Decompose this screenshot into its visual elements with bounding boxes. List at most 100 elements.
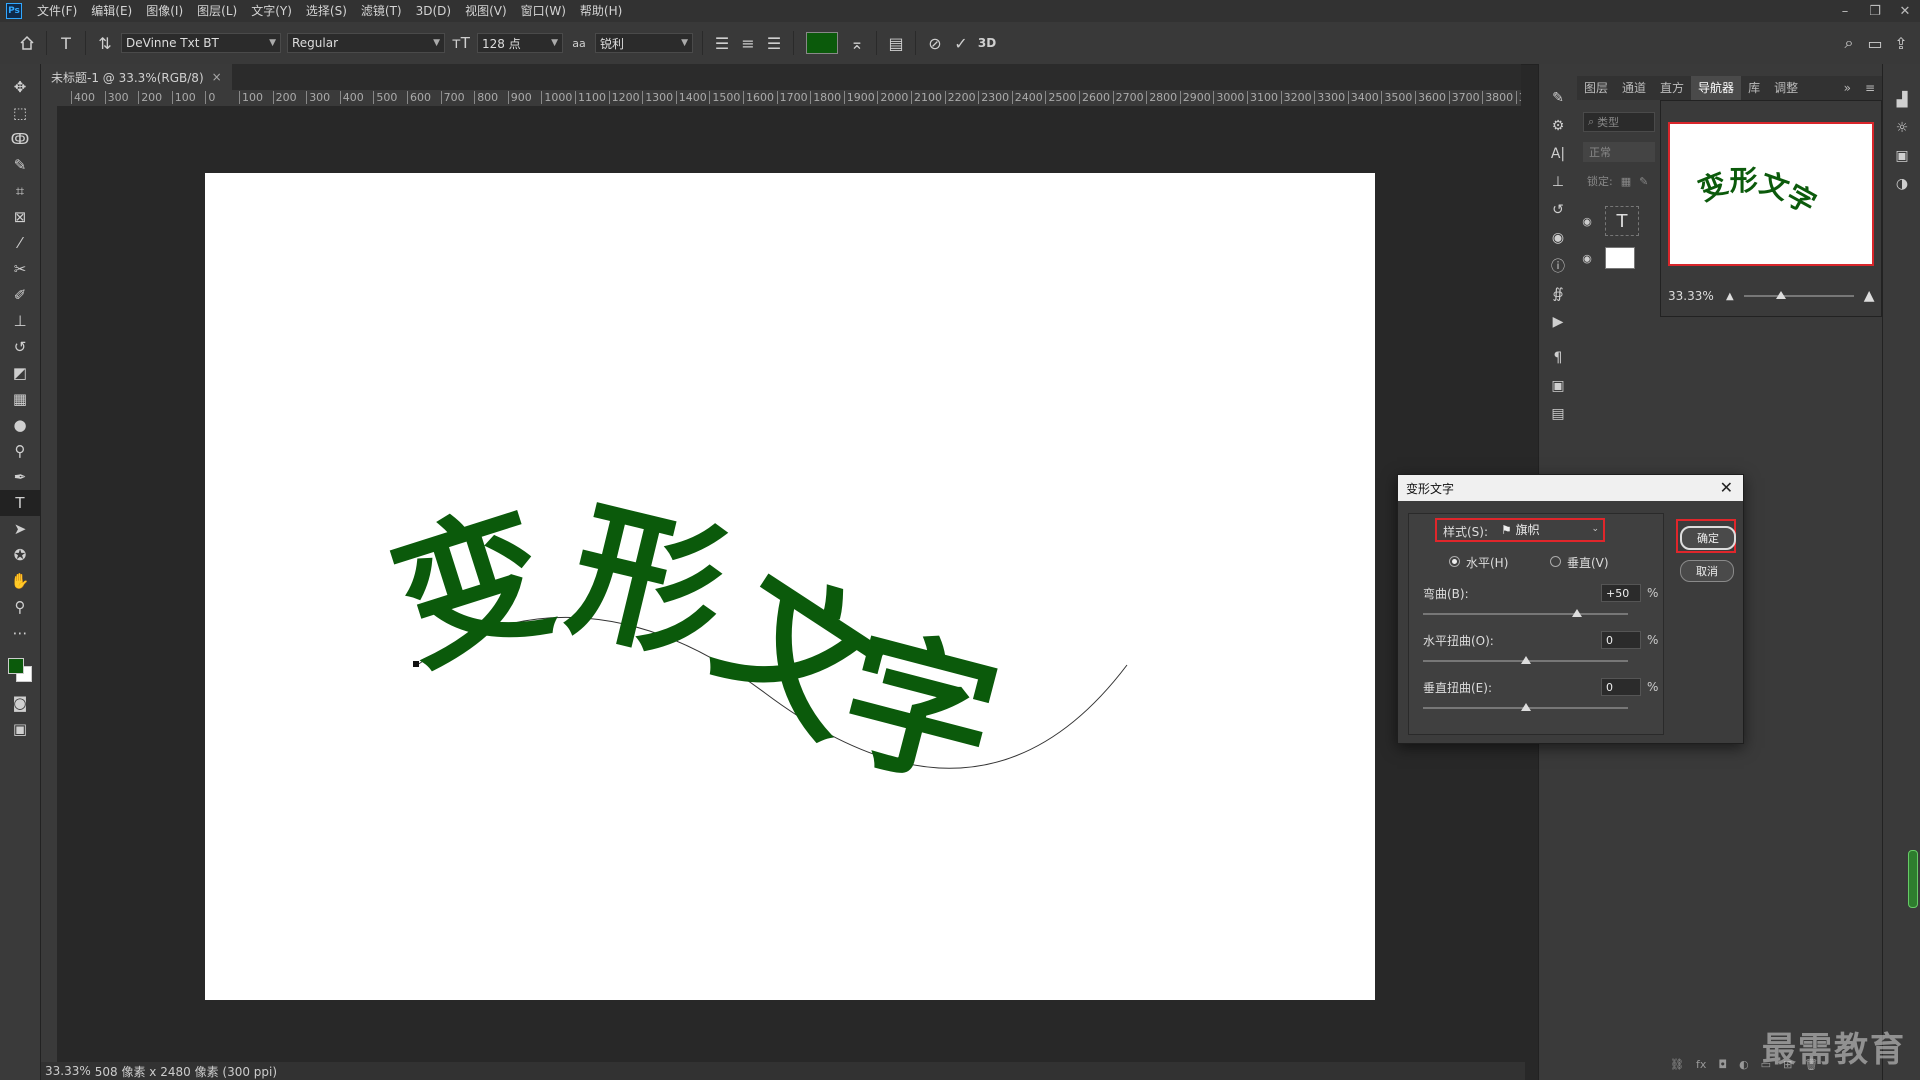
more-tabs-icon[interactable]: » (1837, 76, 1858, 100)
menu-window[interactable]: 窗口(W) (514, 0, 573, 22)
lasso-tool-icon[interactable]: ↂ (0, 126, 40, 152)
search-icon[interactable]: ⌕ (1836, 30, 1862, 56)
font-family-select[interactable]: DeVinne Txt BT ▼ (121, 33, 281, 53)
horizontal-distortion-slider[interactable] (1423, 656, 1628, 664)
close-window-icon[interactable]: ✕ (1890, 4, 1920, 19)
navigator-zoom-slider[interactable] (1743, 291, 1854, 299)
blend-mode-select[interactable]: 正常 (1583, 142, 1655, 162)
menu-view[interactable]: 视图(V) (458, 0, 514, 22)
stamp-tool-icon[interactable]: ⊥ (0, 308, 40, 334)
horizontal-radio[interactable] (1449, 556, 1460, 567)
panel-menu-icon[interactable]: ≡ (1858, 76, 1882, 100)
close-icon[interactable]: ✕ (1720, 478, 1733, 497)
info-icon[interactable]: ⓘ (1539, 252, 1577, 280)
adjustments-sun-icon[interactable]: ☼ (1883, 114, 1920, 142)
blur-tool-icon[interactable]: ● (0, 412, 40, 438)
brush-tool-icon[interactable]: ✐ (0, 282, 40, 308)
actions-icon[interactable]: ◉ (1539, 224, 1577, 252)
color-icon[interactable]: ◑ (1883, 170, 1920, 198)
history-brush-tool-icon[interactable]: ↺ (0, 334, 40, 360)
brush-settings-icon[interactable]: ✎ (1539, 84, 1577, 112)
zoom-in-icon[interactable]: ▲ (1864, 288, 1875, 304)
vertical-distortion-slider-handle[interactable] (1520, 703, 1531, 711)
home-icon[interactable] (14, 30, 40, 56)
eye-icon[interactable]: ◉ (1577, 215, 1597, 228)
minimize-icon[interactable]: – (1830, 4, 1860, 19)
glyphs-icon[interactable]: ∯ (1539, 280, 1577, 308)
layer-row[interactable]: ◉ T (1577, 203, 1657, 239)
restore-icon[interactable]: ❐ (1860, 4, 1890, 19)
document-tab[interactable]: 未标题-1 @ 33.3%(RGB/8) × (41, 64, 232, 90)
menu-3d[interactable]: 3D(D) (409, 0, 458, 22)
paragraph-icon[interactable]: ¶ (1539, 344, 1577, 372)
menu-edit[interactable]: 编辑(E) (84, 0, 139, 22)
menu-file[interactable]: 文件(F) (30, 0, 84, 22)
zoom-tool-icon[interactable]: ⚲ (0, 594, 40, 620)
horizontal-distortion-input[interactable]: 0 (1601, 631, 1641, 649)
horizontal-distortion-slider-handle[interactable] (1520, 656, 1531, 664)
align-right-icon[interactable]: ☰ (761, 30, 787, 56)
bend-input[interactable]: +50 (1601, 584, 1641, 602)
eye-icon[interactable]: ◉ (1577, 252, 1597, 265)
scrollbar-thumb[interactable] (1908, 850, 1918, 908)
dodge-tool-icon[interactable]: ⚲ (0, 438, 40, 464)
style-select[interactable]: ⚑ 旗帜 ⌄ (1501, 521, 1599, 537)
properties-icon[interactable]: ▣ (1883, 142, 1920, 170)
align-left-icon[interactable]: ☰ (709, 30, 735, 56)
close-tab-icon[interactable]: × (212, 70, 222, 84)
text-color-swatch[interactable] (806, 32, 838, 54)
history-icon[interactable]: ↺ (1539, 196, 1577, 224)
menu-image[interactable]: 图像(I) (139, 0, 190, 22)
slider-handle[interactable] (1775, 291, 1786, 299)
align-center-icon[interactable]: ≡ (735, 30, 761, 56)
commit-edits-icon[interactable]: ✓ (948, 30, 974, 56)
antialias-select[interactable]: 锐利 ▼ (595, 33, 693, 53)
path-select-tool-icon[interactable]: ➤ (0, 516, 40, 542)
notes-icon[interactable]: ▤ (1539, 400, 1577, 428)
menu-type[interactable]: 文字(Y) (244, 0, 299, 22)
play-icon[interactable]: ▶ (1539, 308, 1577, 336)
menu-select[interactable]: 选择(S) (299, 0, 354, 22)
screen-mode-icon[interactable]: ▣ (0, 716, 40, 742)
status-zoom[interactable]: 33.33% (45, 1064, 91, 1078)
vertical-distortion-slider[interactable] (1423, 703, 1628, 711)
crop-tool-icon[interactable]: ⌗ (0, 178, 40, 204)
3d-button[interactable]: 3D (974, 30, 1000, 56)
pen-tool-icon[interactable]: ✒ (0, 464, 40, 490)
tab-channels[interactable]: 通道 (1615, 76, 1653, 100)
tab-libraries[interactable]: 库 (1741, 76, 1767, 100)
marquee-tool-icon[interactable]: ⬚ (0, 100, 40, 126)
menu-help[interactable]: 帮助(H) (573, 0, 629, 22)
adjustments-icon[interactable]: ⚙ (1539, 112, 1577, 140)
shape-tool-icon[interactable]: ✪ (0, 542, 40, 568)
eraser-tool-icon[interactable]: ◩ (0, 360, 40, 386)
layer-filter-input[interactable]: ⌕ 类型 (1583, 112, 1655, 132)
tab-histogram[interactable]: 直方 (1653, 76, 1691, 100)
type-tool-preset-icon[interactable]: T (53, 30, 79, 56)
document-canvas[interactable]: 变形文字 (205, 173, 1375, 1000)
more-tools-icon[interactable]: ⋯ (0, 620, 40, 646)
vertical-distortion-input[interactable]: 0 (1601, 678, 1641, 696)
menu-layer[interactable]: 图层(L) (190, 0, 244, 22)
font-style-select[interactable]: Regular ▼ (287, 33, 445, 53)
character-icon[interactable]: A| (1539, 140, 1577, 168)
quick-select-tool-icon[interactable]: ✎ (0, 152, 40, 178)
cancel-button[interactable]: 取消 (1680, 560, 1734, 582)
hand-tool-icon[interactable]: ✋ (0, 568, 40, 594)
menu-filter[interactable]: 滤镜(T) (354, 0, 409, 22)
link-icon[interactable]: ⛓ (1670, 1058, 1684, 1071)
workspace-icon[interactable]: ▭ (1862, 30, 1888, 56)
text-orientation-icon[interactable]: ⇅ (92, 30, 118, 56)
move-tool-icon[interactable]: ✥ (0, 74, 40, 100)
cancel-edits-icon[interactable]: ⊘ (922, 30, 948, 56)
navigator-preview[interactable]: 变形文字 (1668, 122, 1874, 266)
ok-button[interactable]: 确定 (1680, 526, 1736, 550)
vertical-radio[interactable] (1550, 556, 1561, 567)
clone-source-icon[interactable]: ⊥ (1539, 168, 1577, 196)
character-panel-icon[interactable]: ▤ (883, 30, 909, 56)
tab-adjustments[interactable]: 调整 (1767, 76, 1805, 100)
bend-slider[interactable] (1423, 609, 1628, 617)
frame-tool-icon[interactable]: ⊠ (0, 204, 40, 230)
styles-icon[interactable]: ▣ (1539, 372, 1577, 400)
share-icon[interactable]: ⇪ (1888, 30, 1914, 56)
